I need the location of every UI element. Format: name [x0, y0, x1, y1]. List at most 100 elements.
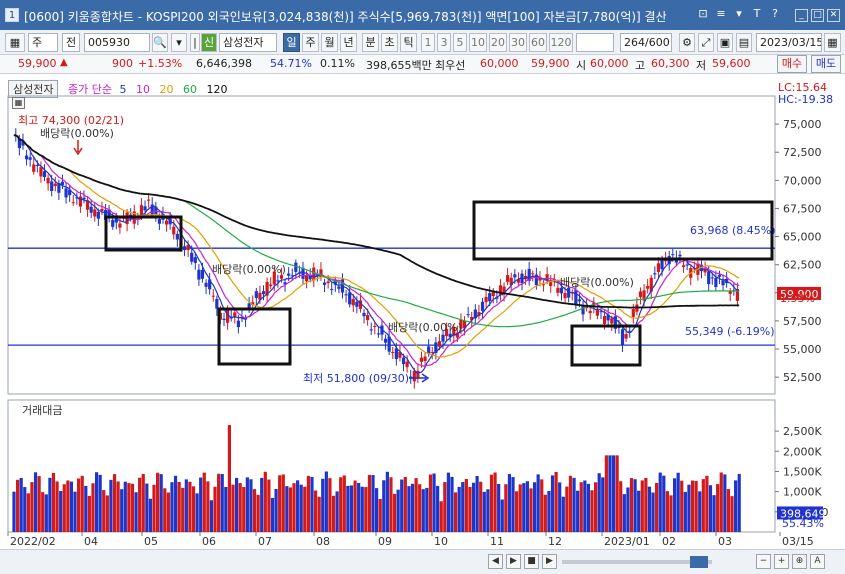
period-select[interactable]: 주: [28, 33, 58, 52]
scroll-left-button[interactable]: ◀: [488, 554, 503, 569]
minute-1[interactable]: 1: [421, 33, 435, 52]
candle-body: [132, 211, 136, 224]
candle-body: [96, 211, 100, 219]
stop-button[interactable]: ■: [524, 554, 539, 569]
minute-3[interactable]: 3: [437, 33, 451, 52]
volume-bar: [202, 472, 206, 532]
volume-bar: [227, 425, 232, 532]
date-picker-icon[interactable]: ▦: [824, 33, 841, 52]
scroll-right-button[interactable]: ▶: [506, 554, 521, 569]
volume-bar: [278, 475, 282, 532]
candle-body: [315, 274, 319, 276]
open-label: 시: [576, 59, 587, 72]
volume-bar: [554, 471, 558, 532]
volume-bar: [726, 489, 731, 532]
help-icon[interactable]: ?: [768, 7, 782, 21]
volume-bar: [335, 491, 339, 532]
volume-bar: [80, 475, 84, 532]
tab-minute[interactable]: 분: [362, 33, 379, 52]
maximize-button[interactable]: □: [811, 9, 824, 22]
custom-minute-input[interactable]: [576, 33, 614, 52]
dropdown-icon[interactable]: ▾: [732, 7, 746, 21]
volume-bar: [112, 474, 117, 532]
buy-button[interactable]: 매수: [777, 55, 807, 73]
volume-bar: [285, 486, 289, 532]
candle-body: [39, 167, 43, 177]
minute-60[interactable]: 60: [529, 33, 547, 52]
layout-icon[interactable]: ⊡: [696, 7, 710, 21]
turnover: 0.11%: [320, 57, 355, 70]
date-tick-label: 08: [316, 535, 330, 548]
tab-week[interactable]: 주: [302, 33, 319, 52]
candle-body: [121, 217, 126, 219]
volume-bar: [629, 478, 634, 532]
stock-list-icon[interactable]: ▾: [171, 33, 187, 52]
zoom-out-button[interactable]: −: [756, 554, 771, 569]
volume-bar: [576, 490, 580, 532]
minute-120[interactable]: 120: [549, 33, 573, 52]
price-change: 900: [112, 57, 133, 70]
volume-bar: [55, 481, 59, 532]
sell-button[interactable]: 매도: [811, 55, 841, 73]
font-button[interactable]: A: [810, 554, 825, 569]
volume-bar: [637, 490, 641, 532]
tab-year[interactable]: 년: [340, 33, 357, 52]
candle-body: [197, 269, 201, 280]
candle-body: [366, 315, 370, 321]
candle-body: [642, 290, 646, 301]
settings-icon[interactable]: ⚙: [679, 33, 695, 52]
candle-body: [93, 209, 97, 217]
volume-bar: [683, 491, 687, 532]
save-icon[interactable]: ▣: [717, 33, 733, 52]
candle-body: [272, 271, 276, 285]
volume-bar: [84, 485, 88, 532]
text-icon[interactable]: T: [750, 7, 764, 21]
minute-5[interactable]: 5: [453, 33, 467, 52]
candle-body: [24, 155, 29, 160]
close-button[interactable]: ✕: [827, 9, 840, 22]
volume-bar: [619, 481, 623, 532]
minimize-button[interactable]: _: [795, 9, 808, 22]
table-icon[interactable]: ▦: [12, 97, 25, 109]
candle-body: [721, 280, 725, 286]
volume-bar: [450, 476, 454, 532]
play-button[interactable]: ▶: [542, 554, 557, 569]
search-icon[interactable]: 🔍: [152, 33, 168, 52]
zoom-in-button[interactable]: +: [774, 554, 789, 569]
volume-bar: [184, 479, 188, 532]
tab-day[interactable]: 일: [283, 33, 300, 52]
volume-bar: [159, 474, 163, 532]
minute-20[interactable]: 20: [489, 33, 507, 52]
fit-button[interactable]: ⊕: [792, 554, 807, 569]
volume-bar: [457, 486, 461, 532]
stock-code-input[interactable]: 005930: [84, 33, 150, 52]
tab-month[interactable]: 월: [321, 33, 338, 52]
minute-10[interactable]: 10: [469, 33, 487, 52]
candle-body: [157, 219, 161, 224]
date-input[interactable]: 2023/03/15: [756, 33, 822, 52]
calendar-icon[interactable]: ▤: [736, 33, 752, 52]
tab-second[interactable]: 초: [381, 33, 398, 52]
volume-bar: [651, 492, 655, 532]
low-annotation: 최저 51,800 (09/30): [303, 372, 409, 385]
menu-icon[interactable]: ≡: [714, 7, 728, 21]
volume-bar: [597, 473, 601, 532]
volume-bar: [378, 498, 382, 532]
candle-body: [330, 289, 334, 291]
crosshair-icon[interactable]: ⤢: [698, 33, 714, 52]
tab-tick[interactable]: 틱: [400, 33, 417, 52]
legend-stock-name[interactable]: 삼성전자: [8, 80, 59, 98]
count-display[interactable]: 264/600: [620, 33, 672, 52]
volume-bar: [313, 490, 318, 532]
volume-bar: [701, 479, 705, 532]
range-mode[interactable]: 전: [62, 33, 80, 52]
date-tick-label: 04: [84, 535, 98, 548]
candle-body: [462, 320, 467, 329]
volume-bar: [220, 474, 224, 532]
grid-icon[interactable]: ▦: [5, 33, 25, 52]
minute-30[interactable]: 30: [509, 33, 527, 52]
volume-bar: [357, 482, 361, 532]
volume-bar: [550, 475, 555, 532]
scroll-thumb[interactable]: [690, 556, 708, 568]
volume-bar: [296, 480, 300, 532]
